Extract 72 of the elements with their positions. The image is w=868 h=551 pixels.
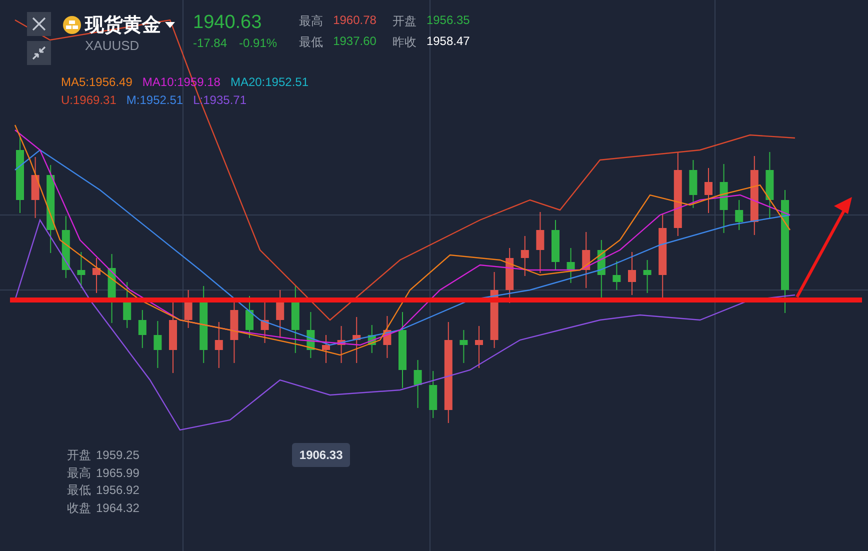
collapse-button[interactable] <box>27 41 51 65</box>
stat-label: 开盘 <box>392 13 416 30</box>
candle <box>612 260 621 290</box>
stat-label: 最低 <box>299 34 324 51</box>
candle <box>276 290 284 338</box>
candle <box>689 160 698 208</box>
candle <box>246 296 254 338</box>
indicator-value: M:1952.51 <box>126 93 184 107</box>
indicator-value: MA5:1956.49 <box>61 75 132 89</box>
candle <box>566 248 575 284</box>
candle <box>704 168 712 214</box>
candle <box>322 334 330 364</box>
candle <box>552 220 560 270</box>
stat-value: 1960.78 <box>333 13 376 29</box>
candle <box>414 360 422 408</box>
candle <box>169 302 177 374</box>
candle <box>582 232 590 288</box>
caret-icon <box>165 22 175 28</box>
candle <box>31 156 40 218</box>
candle <box>766 152 774 218</box>
candle <box>383 316 392 358</box>
candle <box>306 312 315 358</box>
change-percent: -0.91% <box>239 36 278 50</box>
stat-value: 1956.35 <box>426 13 470 29</box>
low-price-tooltip: 1906.33 <box>292 443 350 467</box>
ohlc-value: 1956.92 <box>96 482 140 499</box>
stat-value: 1958.47 <box>426 34 470 50</box>
candle <box>154 320 162 368</box>
ohlc-label: 开盘 <box>67 447 91 464</box>
close-icon <box>31 16 47 32</box>
candle <box>643 260 652 294</box>
close-button[interactable] <box>27 12 51 36</box>
candle <box>260 302 269 344</box>
ohlc-value: 1959.25 <box>96 447 140 464</box>
candle <box>337 326 346 364</box>
candle <box>291 286 300 354</box>
change-value: -17.84 <box>193 36 228 50</box>
indicator-value: MA20:1952.51 <box>230 75 309 89</box>
candle <box>108 254 116 324</box>
ohlc-value: 1965.99 <box>96 464 140 482</box>
candle <box>429 370 438 418</box>
symbol-text: XAUUSD <box>85 38 140 53</box>
candle <box>720 164 728 234</box>
candle <box>92 258 100 294</box>
coin-icon <box>63 16 81 34</box>
candle <box>460 330 468 364</box>
candle <box>230 300 238 364</box>
stat-label: 昨收 <box>392 34 416 51</box>
candle <box>77 252 86 288</box>
candle <box>184 290 192 328</box>
candle <box>628 252 636 296</box>
candle <box>368 324 376 354</box>
candle <box>536 212 544 274</box>
ohlc-label: 最低 <box>67 482 91 499</box>
ohlc-label: 最高 <box>67 464 91 482</box>
candle <box>735 200 744 230</box>
candle <box>352 316 361 364</box>
candle <box>475 326 483 368</box>
stat-value: 1937.60 <box>333 34 376 50</box>
candle <box>506 248 514 304</box>
indicator-value: U:1969.31 <box>61 93 116 107</box>
ohlc-value: 1964.32 <box>96 500 140 516</box>
candle <box>123 282 132 328</box>
candle <box>520 236 529 276</box>
candle <box>138 310 146 348</box>
price-value: 1940.63 <box>193 12 263 34</box>
candle <box>62 216 70 278</box>
candle <box>597 240 606 298</box>
stat-label: 最高 <box>299 13 324 30</box>
ohlc-label: 收盘 <box>67 500 91 516</box>
candle <box>214 322 223 368</box>
collapse-arrows-icon <box>31 45 47 61</box>
